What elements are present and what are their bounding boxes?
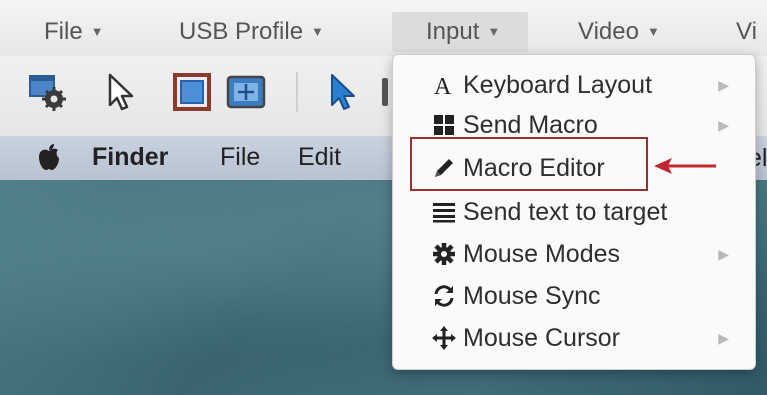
menu-file[interactable]: File ▼ bbox=[44, 12, 104, 52]
submenu-arrow-icon: ▶ bbox=[718, 117, 729, 133]
input-dropdown-menu: A Keyboard Layout ▶ Send Macro ▶ Macro E… bbox=[392, 54, 756, 370]
submenu-arrow-icon: ▶ bbox=[718, 246, 729, 262]
menu-video-label: Video bbox=[578, 18, 639, 45]
lines-icon bbox=[431, 200, 457, 224]
menu-input[interactable]: Input ▼ bbox=[392, 12, 529, 52]
red-arrow-icon bbox=[654, 158, 716, 174]
highlight-box bbox=[410, 137, 648, 191]
grid-icon bbox=[431, 113, 457, 137]
menu-item-mouse-modes[interactable]: Mouse Modes ▶ bbox=[393, 234, 755, 274]
menu-item-label: Mouse Sync bbox=[463, 282, 601, 310]
chevron-down-icon: ▼ bbox=[646, 24, 660, 39]
blue-pointer-icon[interactable] bbox=[322, 72, 362, 112]
menu-item-label: Mouse Modes bbox=[463, 240, 621, 268]
app-menubar: File ▼ USB Profile ▼ Input ▼ Video ▼ Vi bbox=[0, 0, 767, 56]
gear-icon bbox=[431, 242, 457, 266]
menu-view-label: Vi bbox=[736, 18, 757, 45]
remote-menu-edit[interactable]: Edit bbox=[298, 142, 341, 172]
pointer-icon[interactable] bbox=[100, 72, 140, 112]
menu-video[interactable]: Video ▼ bbox=[578, 12, 660, 52]
fullscreen-icon[interactable] bbox=[172, 72, 212, 112]
chevron-down-icon: ▼ bbox=[487, 24, 501, 39]
submenu-arrow-icon: ▶ bbox=[718, 330, 729, 346]
letter-a-icon: A bbox=[431, 73, 457, 97]
move-icon bbox=[431, 326, 457, 350]
toolbar-separator bbox=[296, 72, 298, 112]
settings-window-icon[interactable] bbox=[28, 72, 68, 112]
menu-file-label: File bbox=[44, 18, 83, 45]
menu-usb-profile-label: USB Profile bbox=[179, 18, 304, 45]
menu-item-label: Keyboard Layout bbox=[463, 71, 653, 99]
partial-toolbar-icon[interactable] bbox=[380, 72, 392, 112]
menu-item-mouse-cursor[interactable]: Mouse Cursor ▶ bbox=[393, 318, 755, 358]
sync-icon bbox=[431, 284, 457, 308]
menu-item-label: Mouse Cursor bbox=[463, 324, 620, 352]
menu-view[interactable]: Vi bbox=[736, 12, 767, 52]
apple-logo-icon[interactable] bbox=[36, 142, 62, 172]
menu-item-send-text[interactable]: Send text to target bbox=[393, 192, 755, 232]
menu-item-keyboard-layout[interactable]: A Keyboard Layout ▶ bbox=[393, 65, 755, 105]
chevron-down-icon: ▼ bbox=[90, 24, 104, 39]
fit-screen-icon[interactable] bbox=[226, 72, 266, 112]
submenu-arrow-icon: ▶ bbox=[718, 77, 729, 93]
remote-menu-file[interactable]: File bbox=[220, 142, 260, 172]
remote-menu-finder[interactable]: Finder bbox=[92, 142, 168, 172]
svg-text:A: A bbox=[434, 74, 452, 97]
menu-input-label: Input bbox=[426, 18, 480, 45]
menu-item-mouse-sync[interactable]: Mouse Sync bbox=[393, 276, 755, 316]
chevron-down-icon: ▼ bbox=[311, 24, 324, 39]
menu-item-label: Send text to target bbox=[463, 198, 668, 226]
menu-usb-profile[interactable]: USB Profile ▼ bbox=[179, 12, 324, 52]
